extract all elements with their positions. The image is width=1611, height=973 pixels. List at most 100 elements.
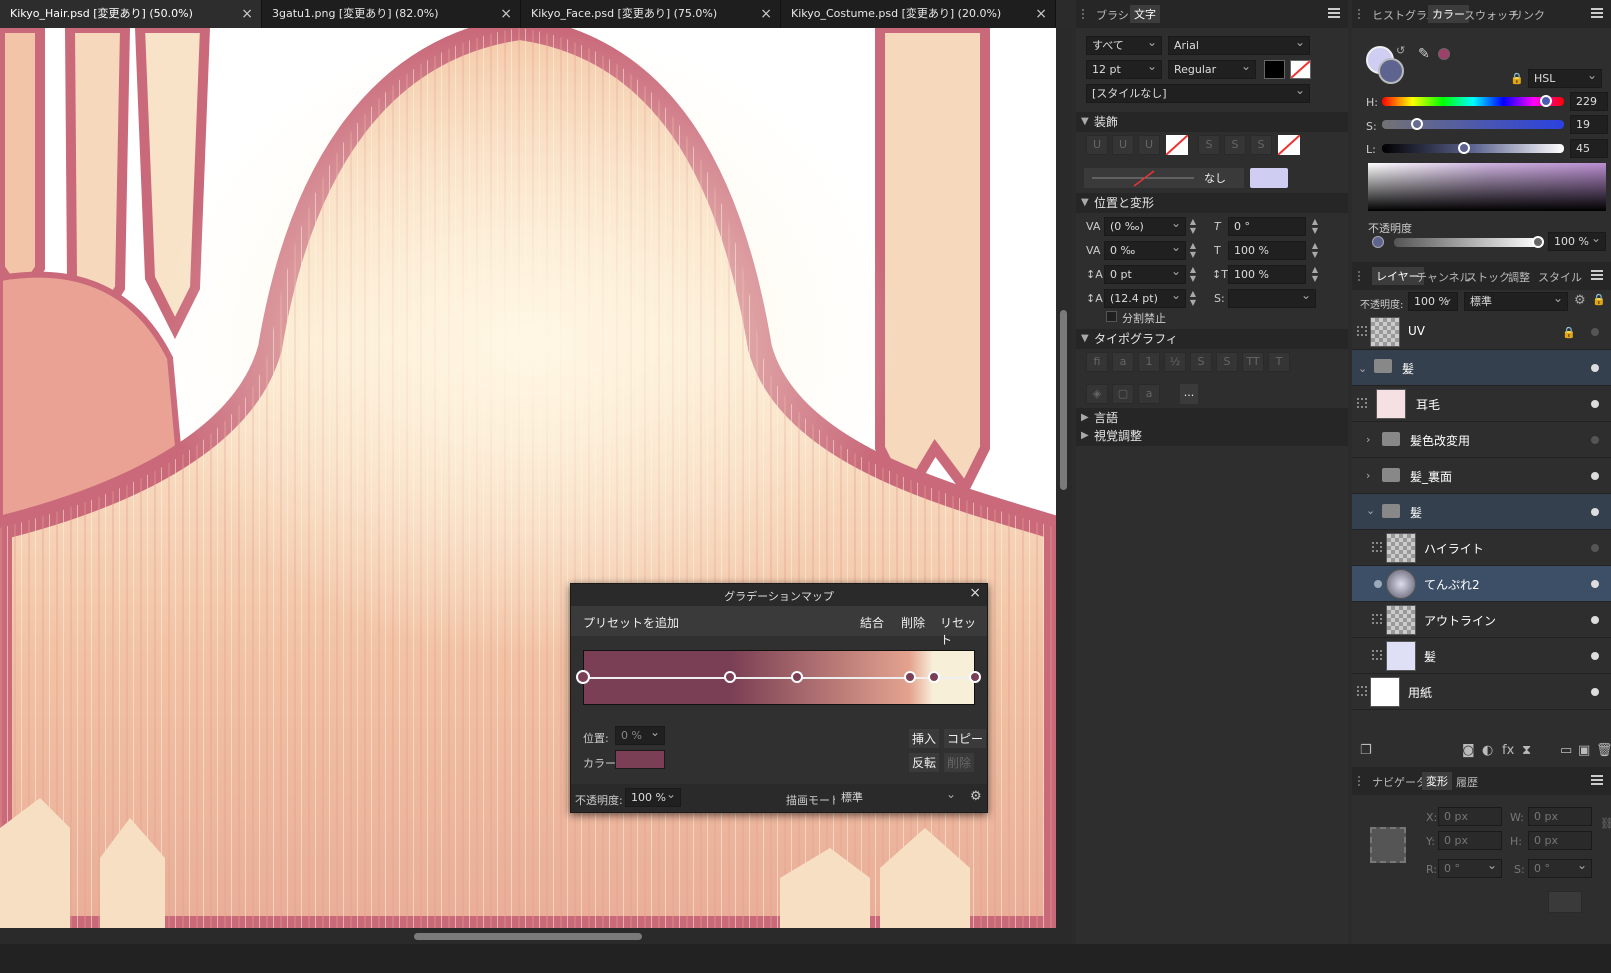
- tab-transform[interactable]: 変形: [1422, 772, 1452, 790]
- lock-icon[interactable]: 🔒: [1510, 72, 1524, 85]
- italic-a-icon[interactable]: a: [1138, 384, 1160, 404]
- layer-row-ear-hair[interactable]: 耳毛: [1352, 386, 1611, 422]
- underline-color-swatch[interactable]: [1165, 134, 1189, 156]
- gradient-stop[interactable]: [790, 671, 803, 683]
- link-icon[interactable]: ⛓: [1600, 817, 1611, 830]
- layer-blend-select[interactable]: 標準: [1464, 292, 1568, 311]
- panel-menu-icon[interactable]: [1591, 270, 1603, 280]
- tracking-field[interactable]: (0 ‰): [1104, 217, 1186, 236]
- section-typography[interactable]: ▼ タイポグラフィ: [1076, 329, 1348, 349]
- shear-spinner[interactable]: ▲ ▼: [1310, 217, 1320, 236]
- adjustment-icon[interactable]: ◐: [1482, 743, 1493, 758]
- underline-icon[interactable]: U: [1086, 135, 1108, 155]
- chevron-down-icon[interactable]: ⌄: [1358, 362, 1367, 375]
- hue-slider[interactable]: [1382, 97, 1564, 106]
- visibility-dot[interactable]: [1591, 616, 1599, 624]
- section-position-transform[interactable]: ▼ 位置と変形: [1076, 193, 1348, 213]
- fx-icon[interactable]: fx: [1502, 743, 1514, 758]
- hue-slider-knob[interactable]: [1539, 95, 1552, 107]
- tab-swatch[interactable]: スウォッチ: [1464, 7, 1519, 23]
- trash-icon[interactable]: 🗑: [1596, 743, 1611, 758]
- h-field[interactable]: 0 px: [1528, 831, 1592, 850]
- spacing-field[interactable]: [1228, 289, 1316, 308]
- anchor-point-selector[interactable]: [1370, 827, 1406, 863]
- panel-grip[interactable]: [1358, 9, 1360, 19]
- insert-stop-button[interactable]: 挿入: [909, 729, 940, 748]
- baseline-spinner[interactable]: ▲ ▼: [1188, 265, 1198, 284]
- layer-opacity-field[interactable]: 100 %: [1408, 292, 1458, 311]
- text-fill-swatch[interactable]: [1264, 60, 1285, 79]
- layer-lock-icon[interactable]: [1372, 614, 1382, 624]
- line-style-preview[interactable]: なし: [1084, 168, 1244, 188]
- eyedropper-icon[interactable]: ✎: [1418, 46, 1430, 62]
- ordinal-icon[interactable]: 1: [1138, 352, 1160, 372]
- strike-color-swatch[interactable]: [1277, 134, 1301, 156]
- glyph-alt-icon[interactable]: ◈: [1086, 384, 1108, 404]
- opacity-slider[interactable]: [1394, 238, 1540, 247]
- w-field[interactable]: 0 px: [1528, 807, 1592, 826]
- close-icon[interactable]: ×: [500, 0, 512, 28]
- baseline-field[interactable]: 0 pt: [1104, 265, 1186, 284]
- tab-history[interactable]: 履歴: [1456, 774, 1478, 790]
- delete-preset-button[interactable]: 削除: [901, 614, 925, 631]
- lock-icon[interactable]: 🔒: [1592, 293, 1606, 306]
- tab-link[interactable]: リンク: [1512, 7, 1545, 23]
- stop-color-swatch[interactable]: [615, 750, 665, 769]
- gradient-stop[interactable]: [927, 671, 940, 683]
- saturation-slider[interactable]: [1382, 120, 1564, 129]
- opacity-slider-knob[interactable]: [1532, 236, 1544, 248]
- horizontal-scale-spinner[interactable]: ▲ ▼: [1310, 241, 1320, 260]
- visibility-dot[interactable]: [1591, 364, 1599, 372]
- shear-field[interactable]: 0 °: [1228, 217, 1306, 236]
- tab-3gatu1[interactable]: 3gatu1.png [変更あり] (82.0%) ×: [262, 0, 521, 28]
- gradient-stop[interactable]: [904, 671, 917, 683]
- lightness-value[interactable]: 45: [1570, 139, 1608, 158]
- hue-value[interactable]: 229: [1570, 92, 1608, 111]
- visibility-dot[interactable]: [1591, 544, 1599, 552]
- no-break-checkbox[interactable]: [1106, 311, 1117, 322]
- gradient-stop[interactable]: [724, 671, 736, 683]
- tab-style[interactable]: スタイル: [1538, 269, 1582, 285]
- layer-row-hair-subgroup[interactable]: ⌄ 髪: [1352, 494, 1611, 530]
- layer-lock-icon[interactable]: [1357, 326, 1367, 336]
- panel-menu-icon[interactable]: [1328, 8, 1340, 18]
- color-spectrum[interactable]: [1368, 163, 1606, 211]
- leading-field[interactable]: (12.4 pt): [1104, 289, 1186, 308]
- horizontal-scroll-thumb[interactable]: [414, 933, 642, 940]
- double-underline-icon[interactable]: U: [1112, 135, 1134, 155]
- layer-row-outline[interactable]: アウトライン: [1352, 602, 1611, 638]
- tab-kikyo-costume[interactable]: Kikyo_Costume.psd [変更あり] (20.0%) ×: [781, 0, 1056, 28]
- mask-icon[interactable]: ◙: [1462, 743, 1475, 758]
- layer-row-highlight[interactable]: ハイライト: [1352, 530, 1611, 566]
- gradient-stop[interactable]: [576, 670, 590, 684]
- chevron-right-icon[interactable]: ›: [1366, 433, 1370, 446]
- layer-lock-icon[interactable]: [1372, 542, 1382, 552]
- lightness-slider[interactable]: [1382, 144, 1564, 153]
- ligature-icon[interactable]: fi: [1086, 352, 1108, 372]
- delete-stop-button[interactable]: 削除: [944, 753, 975, 772]
- y-field[interactable]: 0 px: [1438, 831, 1502, 850]
- visibility-dot[interactable]: [1591, 400, 1599, 408]
- panel-grip[interactable]: [1358, 776, 1360, 786]
- font-weight-select[interactable]: Regular: [1168, 60, 1256, 79]
- fraction-icon[interactable]: ½: [1164, 352, 1186, 372]
- paragraph-style-select[interactable]: [スタイルなし]: [1086, 84, 1310, 103]
- close-icon[interactable]: ×: [241, 0, 253, 28]
- wavy-underline-icon[interactable]: U: [1138, 135, 1160, 155]
- lock-icon[interactable]: 🔒: [1562, 326, 1576, 339]
- rotation-field[interactable]: 0 °: [1438, 859, 1502, 878]
- horizontal-scale-field[interactable]: 100 %: [1228, 241, 1306, 260]
- tab-stock[interactable]: ストック: [1466, 269, 1510, 285]
- layer-row-hair-back[interactable]: › 髪_裏面: [1352, 458, 1611, 494]
- subscript-icon[interactable]: S: [1216, 352, 1238, 372]
- leading-spinner[interactable]: ▲ ▼: [1188, 289, 1198, 308]
- tab-kikyo-hair[interactable]: Kikyo_Hair.psd [変更あり] (50.0%) ×: [0, 0, 262, 28]
- layer-options-icon[interactable]: ❐: [1360, 743, 1372, 758]
- wavy-strike-icon[interactable]: S: [1250, 135, 1272, 155]
- opacity-value[interactable]: 100 %: [1548, 232, 1606, 251]
- tracking-spinner[interactable]: ▲ ▼: [1188, 217, 1198, 236]
- vertical-scale-spinner[interactable]: ▲ ▼: [1310, 265, 1320, 284]
- tab-text[interactable]: 文字: [1130, 5, 1160, 23]
- copy-stop-button[interactable]: コピー: [944, 729, 987, 748]
- kerning-field[interactable]: 0 ‰: [1104, 241, 1186, 260]
